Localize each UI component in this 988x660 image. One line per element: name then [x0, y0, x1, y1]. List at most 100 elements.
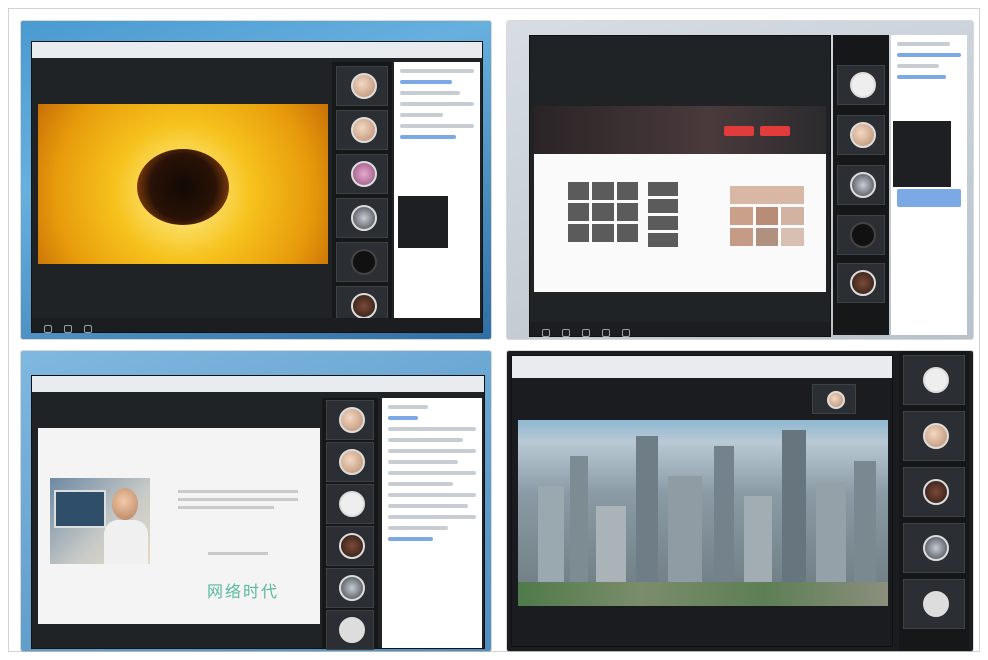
participant-tile[interactable]: [326, 484, 374, 524]
photo-top-left: [21, 21, 491, 339]
chat-line: [388, 438, 463, 442]
banner-button[interactable]: [724, 126, 754, 136]
chat-line: [388, 493, 476, 497]
chat-panel: [891, 35, 967, 335]
participant-tile[interactable]: [326, 610, 374, 650]
participant-tile[interactable]: [837, 115, 885, 155]
chat-icon[interactable]: [602, 329, 610, 337]
participant-tile[interactable]: [336, 242, 388, 282]
participant-tile[interactable]: [326, 442, 374, 482]
slide-body-text: [178, 490, 298, 514]
mic-icon[interactable]: [44, 325, 52, 333]
participant-list: [893, 121, 951, 187]
mic-icon[interactable]: [542, 329, 550, 337]
shared-screen: 网络时代: [38, 428, 320, 624]
meeting-toolbar: [530, 322, 830, 337]
banner-button[interactable]: [760, 126, 790, 136]
collage-frame: 网络时代: [8, 8, 980, 652]
photo-bottom-right: [507, 351, 973, 651]
participant-tile[interactable]: [903, 355, 965, 405]
participant-tile[interactable]: [903, 523, 965, 573]
monitor-image: [54, 490, 106, 528]
web-banner: [534, 106, 826, 154]
chat-line: [400, 135, 456, 139]
avatar: [850, 172, 876, 198]
slide-caption-text: [208, 552, 268, 560]
participant-tile[interactable]: [903, 411, 965, 461]
participant-tile[interactable]: [336, 198, 388, 238]
participant-tile[interactable]: [837, 263, 885, 303]
avatar: [850, 270, 876, 296]
participant-tile[interactable]: [336, 110, 388, 150]
chat-line: [388, 416, 418, 420]
participant-tile[interactable]: [837, 215, 885, 255]
avatar: [923, 423, 949, 449]
chat-line: [400, 80, 452, 84]
chat-line: [400, 113, 443, 117]
participant-tile[interactable]: [336, 66, 388, 106]
photo-bottom-left: 网络时代: [21, 351, 491, 651]
chat-line: [388, 449, 476, 453]
meeting-window: [529, 35, 831, 337]
avatar: [923, 535, 949, 561]
window-titlebar: [32, 376, 484, 392]
avatar: [923, 479, 949, 505]
chat-line: [388, 515, 476, 519]
record-icon[interactable]: [622, 329, 630, 337]
shared-screen: [534, 106, 826, 292]
camera-icon[interactable]: [562, 329, 570, 337]
self-view-tile[interactable]: [812, 384, 856, 414]
sunspot-image: [137, 149, 229, 226]
avatar: [339, 449, 365, 475]
avatar: [923, 367, 949, 393]
participant-tile[interactable]: [326, 400, 374, 440]
shared-screen: [38, 104, 328, 264]
chat-line: [897, 75, 947, 79]
thumbnail-grid: [648, 182, 678, 247]
share-icon[interactable]: [582, 329, 590, 337]
chat-line: [388, 504, 468, 508]
avatar: [351, 117, 377, 143]
slide-title: 网络时代: [206, 582, 279, 601]
chat-line: [388, 405, 428, 409]
portrait-photo: [50, 478, 150, 564]
window-titlebar: [32, 42, 482, 58]
participant-rail: [332, 62, 392, 326]
avatar: [827, 391, 845, 409]
participant-tile[interactable]: [903, 467, 965, 517]
chat-line: [388, 471, 476, 475]
avatar: [850, 72, 876, 98]
city-aerial-image: [518, 420, 888, 606]
window-titlebar: [530, 36, 830, 52]
avatar: [351, 73, 377, 99]
avatar: [351, 249, 377, 275]
share-icon[interactable]: [84, 325, 92, 333]
participant-tile[interactable]: [903, 579, 965, 629]
participant-rail: [833, 35, 889, 335]
participant-tile[interactable]: [326, 526, 374, 566]
participant-tile[interactable]: [837, 165, 885, 205]
chat-line: [400, 124, 474, 128]
presentation-slide: 网络时代: [38, 428, 320, 624]
chat-line: [400, 69, 474, 73]
participant-tile[interactable]: [837, 65, 885, 105]
face-image: [112, 488, 138, 520]
meeting-window: [511, 355, 893, 647]
building: [636, 436, 658, 606]
participant-tile[interactable]: [326, 568, 374, 608]
chat-panel: [382, 398, 482, 648]
participant-tile[interactable]: [336, 154, 388, 194]
greenery: [518, 582, 888, 606]
chat-line: [388, 460, 458, 464]
avatar: [850, 122, 876, 148]
meeting-window: 网络时代: [31, 375, 485, 650]
avatar: [351, 293, 377, 319]
avatar: [339, 617, 365, 643]
chat-line: [388, 526, 448, 530]
avatar: [339, 407, 365, 433]
chat-line: [897, 42, 951, 46]
chat-line: [388, 427, 476, 431]
camera-icon[interactable]: [64, 325, 72, 333]
chat-line: [897, 53, 961, 57]
participant-rail: [322, 398, 378, 650]
